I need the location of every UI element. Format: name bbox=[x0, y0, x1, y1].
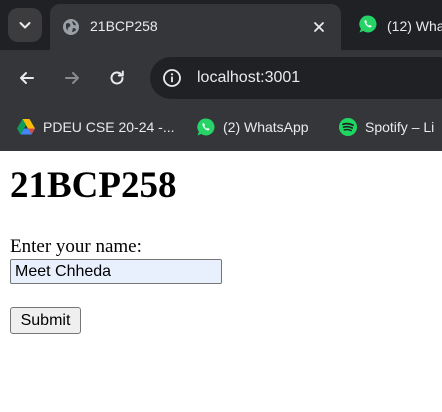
globe-icon bbox=[63, 19, 79, 35]
tab-whatsapp[interactable]: (12) WhatsApp bbox=[352, 4, 442, 46]
page-content: 21BCP258 Enter your name: Submit bbox=[0, 151, 442, 412]
tab-title: (12) WhatsApp bbox=[387, 18, 442, 34]
arrow-left-icon bbox=[20, 72, 34, 84]
site-info-icon[interactable] bbox=[162, 68, 182, 88]
reload-icon bbox=[110, 70, 124, 85]
tab-active[interactable]: 21BCP258 bbox=[50, 4, 341, 50]
google-drive-icon bbox=[16, 117, 36, 137]
bookmark-whatsapp[interactable]: (2) WhatsApp bbox=[196, 116, 309, 138]
tab-title: 21BCP258 bbox=[90, 18, 158, 34]
name-label: Enter your name: bbox=[10, 236, 142, 257]
whatsapp-icon bbox=[196, 117, 216, 137]
submit-button[interactable]: Submit bbox=[10, 307, 81, 334]
close-icon bbox=[314, 22, 324, 32]
arrow-right-icon bbox=[65, 72, 79, 84]
bookmark-label: Spotify – Li bbox=[365, 119, 435, 135]
url-text: localhost:3001 bbox=[197, 69, 301, 86]
bookmark-spotify[interactable]: Spotify – Li bbox=[338, 116, 434, 138]
spotify-icon bbox=[338, 117, 358, 137]
bookmarks-bar: PDEU CSE 20-24 -... (2) WhatsApp Spotify… bbox=[0, 108, 442, 151]
bookmark-pdeu-cse[interactable]: PDEU CSE 20-24 -... bbox=[16, 116, 175, 138]
tab-search-button[interactable] bbox=[8, 8, 42, 42]
chevron-down-icon bbox=[19, 22, 31, 29]
toolbar: localhost:3001 bbox=[0, 50, 442, 108]
bookmark-label: (2) WhatsApp bbox=[223, 119, 309, 135]
back-button[interactable] bbox=[13, 64, 41, 92]
address-bar[interactable]: localhost:3001 bbox=[150, 57, 442, 99]
whatsapp-icon bbox=[359, 15, 377, 33]
page-title: 21BCP258 bbox=[10, 165, 177, 206]
forward-button[interactable] bbox=[58, 64, 86, 92]
browser-chrome: 21BCP258 (12) WhatsApp bbox=[0, 0, 442, 151]
name-input[interactable] bbox=[10, 259, 222, 284]
bookmark-label: PDEU CSE 20-24 -... bbox=[43, 119, 175, 135]
reload-button[interactable] bbox=[103, 64, 131, 92]
tab-close-button[interactable] bbox=[308, 16, 330, 38]
tab-strip: 21BCP258 (12) WhatsApp bbox=[0, 0, 442, 50]
